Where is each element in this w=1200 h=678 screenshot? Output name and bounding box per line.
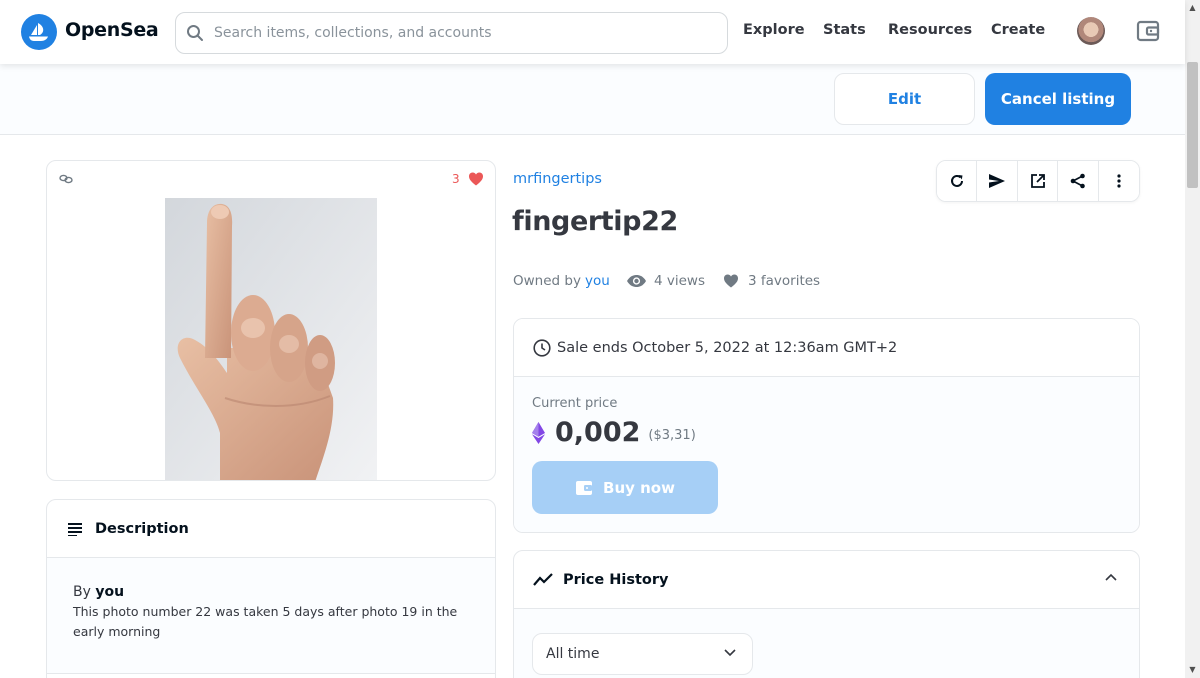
sale-panel: Sale ends October 5, 2022 at 12:36am GMT… bbox=[513, 318, 1140, 533]
chevron-down-icon bbox=[724, 649, 736, 657]
scroll-up-arrow-icon[interactable]: ▲ bbox=[1188, 3, 1197, 12]
views-info: 4 views bbox=[626, 273, 705, 289]
description-body: By you This photo number 22 was taken 5 … bbox=[47, 558, 495, 674]
brand-name[interactable]: OpenSea bbox=[65, 19, 159, 41]
item-name: fingertip22 bbox=[512, 206, 678, 237]
price-value: 0,002 bbox=[555, 417, 641, 448]
trend-line-icon bbox=[533, 572, 553, 586]
more-options-button[interactable] bbox=[1098, 161, 1139, 201]
favorites-info: 3 favorites bbox=[722, 273, 820, 289]
price-history-body: All time bbox=[514, 609, 1139, 678]
clock-icon bbox=[533, 338, 551, 357]
owner-link[interactable]: you bbox=[585, 273, 610, 289]
description-title: Description bbox=[95, 520, 189, 537]
asset-image-card: 3 bbox=[46, 160, 496, 481]
nav-explore[interactable]: Explore bbox=[743, 22, 805, 38]
top-navbar: OpenSea Explore Stats Resources Create bbox=[0, 0, 1185, 64]
open-external-button[interactable] bbox=[1017, 161, 1059, 201]
description-author: By you bbox=[73, 584, 469, 600]
edit-button[interactable]: Edit bbox=[834, 73, 975, 125]
sale-ends-text: Sale ends October 5, 2022 at 12:36am GMT… bbox=[557, 339, 898, 356]
share-icon bbox=[1070, 173, 1085, 189]
favorite-heart-icon bbox=[724, 274, 738, 288]
external-link-icon bbox=[1030, 174, 1045, 188]
sale-header: Sale ends October 5, 2022 at 12:36am GMT… bbox=[514, 319, 1139, 377]
search-input[interactable] bbox=[214, 25, 694, 41]
description-panel: Description By you This photo number 22 … bbox=[46, 499, 496, 678]
chain-link-icon[interactable] bbox=[59, 172, 73, 186]
description-lines-icon bbox=[68, 522, 82, 536]
buy-now-button[interactable]: Buy now bbox=[532, 461, 718, 514]
description-text: This photo number 22 was taken 5 days af… bbox=[73, 604, 458, 639]
opensea-logo-icon[interactable] bbox=[21, 14, 57, 50]
wallet-icon[interactable] bbox=[1136, 20, 1160, 42]
owner-action-bar: Edit Cancel listing bbox=[0, 64, 1185, 135]
price-history-header[interactable]: Price History bbox=[514, 551, 1139, 609]
transfer-button[interactable] bbox=[977, 161, 1018, 201]
time-range-select[interactable]: All time bbox=[532, 633, 753, 675]
send-icon bbox=[989, 174, 1006, 188]
description-header[interactable]: Description bbox=[47, 500, 495, 558]
author-link[interactable]: you bbox=[95, 584, 124, 600]
buy-now-label: Buy now bbox=[603, 478, 675, 497]
price-history-title: Price History bbox=[563, 571, 669, 588]
scroll-down-arrow-icon[interactable]: ▼ bbox=[1188, 665, 1197, 674]
current-price-label: Current price bbox=[532, 396, 618, 411]
price-usd: ($3,31) bbox=[648, 428, 696, 443]
refresh-button[interactable] bbox=[937, 161, 978, 201]
favorites-count: 3 favorites bbox=[748, 273, 821, 289]
nav-stats[interactable]: Stats bbox=[823, 22, 866, 38]
asset-photo[interactable] bbox=[165, 198, 377, 480]
price-history-panel: Price History All time bbox=[513, 550, 1140, 678]
owner-info: Owned by you bbox=[513, 273, 610, 289]
wallet-buy-icon bbox=[576, 480, 593, 495]
more-vertical-icon bbox=[1117, 174, 1121, 188]
nav-create[interactable]: Create bbox=[991, 22, 1045, 38]
price-row: 0,002 ($3,31) bbox=[532, 417, 1121, 448]
chevron-up-icon[interactable] bbox=[1105, 573, 1117, 581]
eye-icon bbox=[627, 275, 646, 287]
profile-avatar[interactable] bbox=[1077, 17, 1105, 45]
search-icon bbox=[187, 25, 203, 41]
scrollbar-thumb[interactable] bbox=[1187, 62, 1198, 188]
share-button[interactable] bbox=[1058, 161, 1099, 201]
heart-icon[interactable] bbox=[468, 171, 484, 187]
collection-link[interactable]: mrfingertips bbox=[513, 171, 602, 187]
time-range-value: All time bbox=[546, 646, 600, 662]
asset-actions-group bbox=[936, 160, 1140, 202]
views-count: 4 views bbox=[654, 273, 706, 289]
favorite-count: 3 bbox=[452, 172, 460, 186]
owned-by-label: Owned by bbox=[513, 273, 581, 289]
eth-icon bbox=[532, 421, 545, 444]
by-label: By bbox=[73, 584, 91, 600]
cancel-listing-button[interactable]: Cancel listing bbox=[985, 73, 1131, 125]
refresh-icon bbox=[950, 174, 963, 187]
nav-resources[interactable]: Resources bbox=[888, 22, 972, 38]
search-bar[interactable] bbox=[175, 12, 728, 54]
